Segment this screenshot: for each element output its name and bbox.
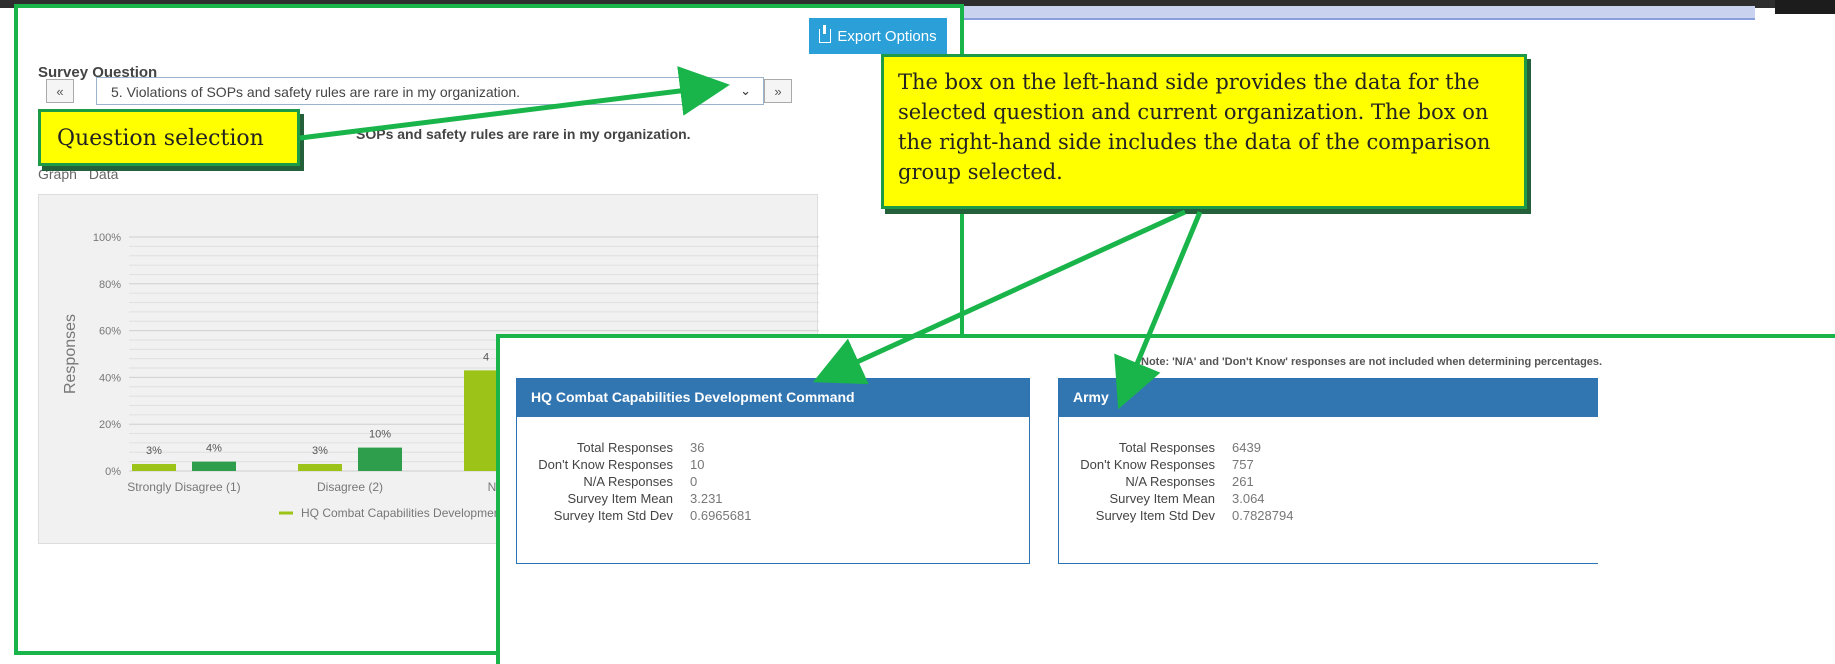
stat-value: 6439 (1232, 440, 1261, 455)
comparison-callout: The box on the left-hand side provides t… (881, 54, 1527, 209)
stat-label: Survey Item Mean (567, 491, 674, 506)
bar (132, 463, 176, 471)
stat-label: Survey Item Std Dev (553, 508, 673, 523)
stat-row: N/A Responses 261 (1059, 473, 1598, 490)
stat-row: Survey Item Mean 3.231 (517, 490, 1029, 507)
export-options-label: Export Options (837, 27, 937, 45)
stat-row: Survey Item Std Dev 0.6965681 (517, 507, 1029, 524)
stat-value: 0 (690, 474, 698, 489)
stat-row: Survey Item Std Dev 0.7828794 (1059, 507, 1598, 524)
y-axis-label: Responses (62, 314, 79, 394)
org-card-title: HQ Combat Capabilities Development Comma… (517, 379, 1029, 417)
y-tick-label: 0% (105, 466, 121, 478)
bar (298, 463, 342, 471)
bar (192, 461, 236, 471)
stat-label: Survey Item Std Dev (1095, 508, 1215, 523)
comparison-panel: Note: 'N/A' and 'Don't Know' responses a… (496, 334, 1835, 664)
chevron-down-icon: ⌄ (740, 83, 751, 98)
bar (358, 447, 402, 471)
stat-value: 261 (1232, 474, 1254, 489)
stat-row: Total Responses 6439 (1059, 439, 1598, 456)
question-select-value: 5. Violations of SOPs and safety rules a… (111, 84, 521, 100)
stat-label: Survey Item Mean (1109, 491, 1216, 506)
stat-label: Total Responses (576, 440, 673, 455)
previous-question-button[interactable]: « (46, 79, 74, 103)
question-select[interactable]: 5. Violations of SOPs and safety rules a… (96, 77, 764, 105)
question-selection-callout: Question selection (38, 109, 300, 166)
x-tick-label: Strongly Disagree (1) (127, 480, 240, 494)
view-tabs: Graph Data (38, 166, 126, 182)
y-tick-label: 100% (93, 232, 121, 244)
window-title-strip (940, 6, 1755, 20)
window-corner (1775, 0, 1835, 14)
stat-label: Don't Know Responses (1080, 457, 1215, 472)
group-card-title: Army (1059, 379, 1598, 417)
bar-value-label: 4 (483, 351, 489, 363)
stat-row: N/A Responses 0 (517, 473, 1029, 490)
stat-label: Don't Know Responses (538, 457, 673, 472)
x-tick-label: Disagree (2) (317, 480, 383, 494)
bar-value-label: 10% (369, 429, 391, 441)
bar-value-label: 4% (206, 443, 222, 455)
stat-row: Don't Know Responses 757 (1059, 456, 1598, 473)
stat-value: 10 (690, 457, 705, 472)
stat-row: Survey Item Mean 3.064 (1059, 490, 1598, 507)
stat-row: Don't Know Responses 10 (517, 456, 1029, 473)
next-question-button[interactable]: » (764, 79, 792, 103)
tab-data[interactable]: Data (89, 166, 119, 182)
stat-label: N/A Responses (583, 474, 673, 489)
stat-label: Total Responses (1118, 440, 1215, 455)
stat-label: N/A Responses (1125, 474, 1215, 489)
export-icon (819, 25, 832, 43)
bar-value-label: 3% (312, 445, 328, 457)
stat-value: 3.064 (1232, 491, 1265, 506)
tab-graph[interactable]: Graph (38, 166, 77, 182)
y-tick-label: 40% (99, 372, 121, 384)
bar-value-label: 3% (146, 445, 162, 457)
stat-value: 3.231 (690, 491, 723, 506)
stat-row: Total Responses 36 (517, 439, 1029, 456)
export-options-button[interactable]: Export Options (809, 18, 947, 54)
stat-value: 757 (1232, 457, 1254, 472)
stat-value: 0.7828794 (1232, 508, 1294, 523)
org-card: HQ Combat Capabilities Development Comma… (516, 378, 1030, 564)
y-tick-label: 60% (99, 326, 121, 338)
percentage-note: Note: 'N/A' and 'Don't Know' responses a… (1141, 356, 1603, 368)
stat-value: 0.6965681 (690, 508, 752, 523)
y-tick-label: 20% (99, 419, 121, 431)
question-title: SOPs and safety rules are rare in my org… (356, 126, 691, 142)
group-card: Army Total Responses 6439 Don't Know Resp… (1058, 378, 1598, 564)
y-tick-label: 80% (99, 279, 121, 291)
stat-value: 36 (690, 440, 705, 455)
